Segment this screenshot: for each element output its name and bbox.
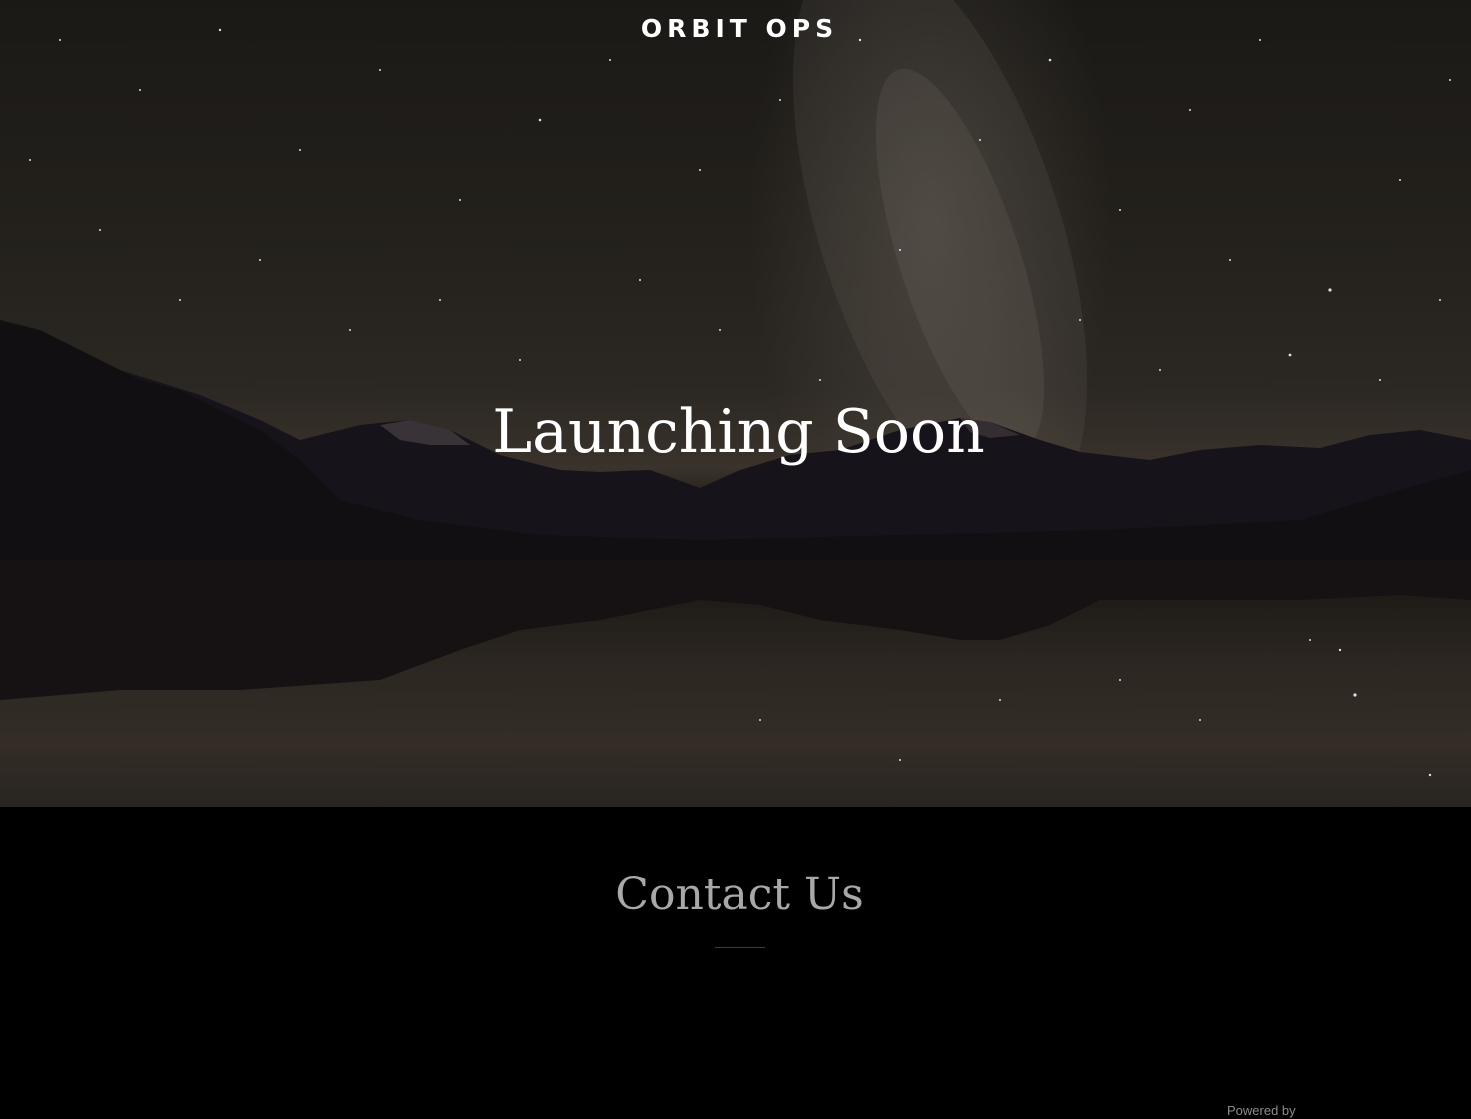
contact-section: Contact Us Powered by bbox=[0, 807, 1471, 1118]
hero-section: ORBIT OPS Launching Soon bbox=[0, 0, 1471, 807]
contact-title: Contact Us bbox=[615, 869, 864, 920]
brand-title[interactable]: ORBIT OPS bbox=[0, 14, 1471, 43]
hero-headline: Launching Soon bbox=[492, 397, 985, 467]
section-divider bbox=[715, 947, 765, 948]
